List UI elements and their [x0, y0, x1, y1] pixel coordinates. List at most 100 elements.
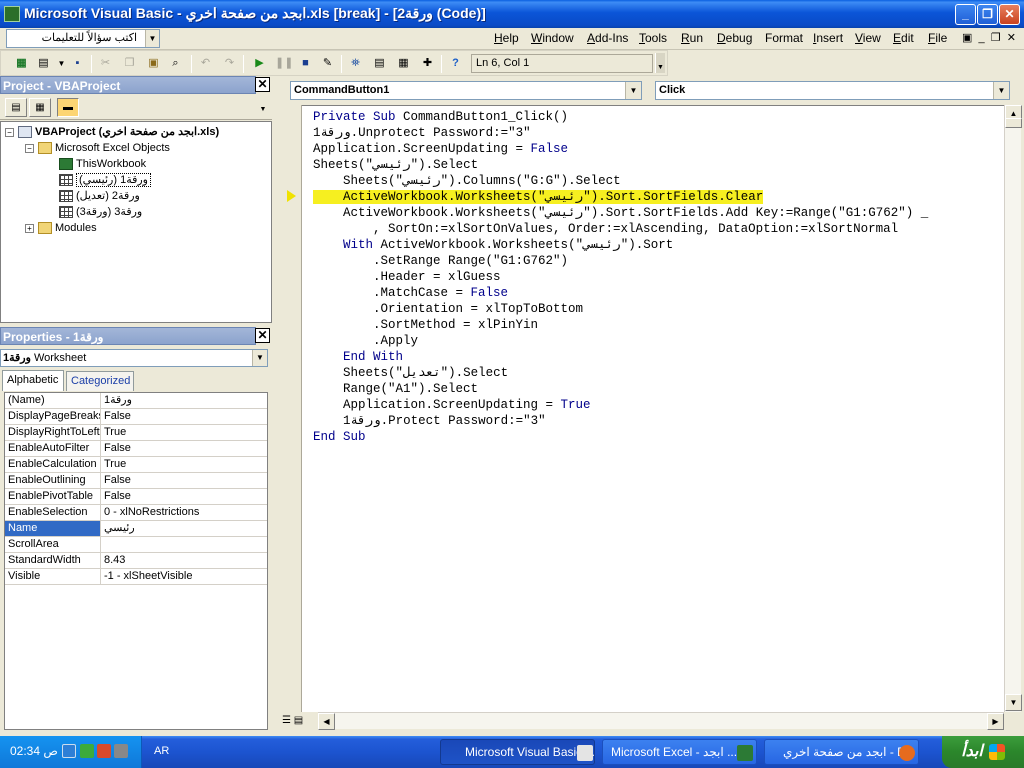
- procedure-combo[interactable]: Click ▼: [655, 81, 1010, 100]
- code-line[interactable]: Range("A1").Select: [313, 381, 928, 397]
- code-line[interactable]: Application.ScreenUpdating = False: [313, 141, 928, 157]
- code-line[interactable]: .Header = xlGuess: [313, 269, 928, 285]
- property-value[interactable]: 8.43: [102, 553, 267, 568]
- code-line[interactable]: Sheets("رئيسي").Columns("G:G").Select: [313, 173, 928, 189]
- find-icon[interactable]: ⌕: [167, 55, 184, 72]
- procedure-view-icon[interactable]: ☰: [282, 715, 291, 726]
- tree-item-sheet1[interactable]: ورقة1 (رئيسي): [59, 172, 151, 188]
- view-code-icon[interactable]: ▤: [5, 98, 27, 117]
- chevron-down-icon[interactable]: ▼: [993, 82, 1009, 99]
- mdi-minimize-icon[interactable]: _: [975, 32, 987, 44]
- reset-icon[interactable]: ■: [297, 55, 314, 72]
- property-row[interactable]: EnablePivotTable False: [5, 489, 267, 505]
- tree-item-vbaproject[interactable]: − VBAProject (ابجد من صفحة اخري.xls): [5, 124, 219, 140]
- properties-panel-title[interactable]: Properties - ورقة1: [0, 327, 256, 345]
- vb-app-icon[interactable]: [4, 6, 20, 22]
- tray-icon[interactable]: [80, 744, 94, 758]
- task-firefox[interactable]: ابجد من صفحة اخري - E...: [764, 739, 919, 765]
- chevron-down-icon[interactable]: ▼: [252, 350, 267, 366]
- code-line[interactable]: .SortMethod = xlPinYin: [313, 317, 928, 333]
- code-line[interactable]: Sheets("رئيسي").Select: [313, 157, 928, 173]
- property-value[interactable]: -1 - xlSheetVisible: [102, 569, 267, 584]
- chevron-down-icon[interactable]: ▼: [53, 55, 70, 72]
- property-row[interactable]: EnableAutoFilter False: [5, 441, 267, 457]
- tray-icon[interactable]: [97, 744, 111, 758]
- language-indicator[interactable]: AR: [154, 745, 169, 757]
- volume-icon[interactable]: [114, 744, 128, 758]
- property-value[interactable]: [102, 537, 267, 552]
- object-selector[interactable]: ورقة1 Worksheet ▼: [0, 349, 268, 367]
- cut-icon[interactable]: ✂: [97, 55, 114, 72]
- menu-run[interactable]: Run: [681, 31, 703, 45]
- menu-tools[interactable]: Tools: [639, 31, 667, 45]
- chevron-down-icon[interactable]: ▼: [625, 82, 641, 99]
- run-icon[interactable]: ▶: [251, 55, 268, 72]
- scroll-left-icon[interactable]: ◀: [318, 713, 335, 730]
- close-button[interactable]: ✕: [999, 4, 1020, 25]
- chevron-down-icon[interactable]: ▼: [145, 30, 159, 47]
- help-icon[interactable]: ?: [447, 55, 464, 72]
- task-vb[interactable]: Microsoft Visual Basic ...: [440, 739, 595, 765]
- code-line[interactable]: ورقة1.Unprotect Password:="3": [313, 125, 928, 141]
- project-panel-title[interactable]: Project - VBAProject: [0, 76, 256, 94]
- mdi-icon[interactable]: ▣: [962, 32, 972, 44]
- scroll-right-icon[interactable]: ▶: [987, 713, 1004, 730]
- code-line[interactable]: ActiveWorkbook.Worksheets("رئيسي").Sort.…: [313, 189, 928, 205]
- menu-add-ins[interactable]: Add-Ins: [587, 31, 628, 45]
- view-object-icon[interactable]: ▦: [29, 98, 51, 117]
- insert-module-icon[interactable]: ▤: [35, 55, 52, 72]
- tree-item-excel-objects[interactable]: − Microsoft Excel Objects: [25, 140, 170, 156]
- mdi-controls[interactable]: ▣ _ ❐ ✕: [962, 31, 1016, 44]
- expand-icon[interactable]: +: [25, 223, 34, 233]
- maximize-button[interactable]: ❐: [977, 4, 998, 25]
- toolbox-icon[interactable]: ✚: [419, 55, 436, 72]
- minimize-button[interactable]: _: [955, 4, 976, 25]
- redo-icon[interactable]: ↷: [221, 55, 238, 72]
- toggle-folders-icon[interactable]: ▬: [57, 98, 79, 117]
- code-line[interactable]: End Sub: [313, 429, 928, 445]
- view-excel-icon[interactable]: ▦: [13, 55, 30, 72]
- paste-icon[interactable]: ▣: [145, 55, 162, 72]
- object-combo[interactable]: CommandButton1 ▼: [290, 81, 642, 100]
- property-row[interactable]: DisplayRightToLeft True: [5, 425, 267, 441]
- ask-question-box[interactable]: اكتب سؤالاً للتعليمات ▼: [6, 29, 160, 48]
- tree-item-sheet3[interactable]: ورقة3 (ورقة3): [59, 204, 142, 220]
- full-module-view-icon[interactable]: ▤: [294, 715, 303, 726]
- property-value[interactable]: رئيسي: [102, 521, 267, 536]
- mdi-close-icon[interactable]: ✕: [1004, 32, 1016, 44]
- property-value[interactable]: ورقة1: [102, 393, 267, 408]
- menu-debug[interactable]: Debug: [717, 31, 752, 45]
- tree-item-thisworkbook[interactable]: ThisWorkbook: [59, 156, 146, 172]
- collapse-icon[interactable]: −: [25, 143, 34, 153]
- property-row[interactable]: Visible -1 - xlSheetVisible: [5, 569, 267, 585]
- code-vertical-scrollbar[interactable]: ▲ ▼: [1004, 105, 1022, 712]
- tab-alphabetic[interactable]: Alphabetic: [2, 370, 64, 391]
- property-value[interactable]: 0 - xlNoRestrictions: [102, 505, 267, 520]
- scroll-thumb[interactable]: [1005, 118, 1022, 128]
- code-horizontal-scrollbar[interactable]: ◀ ▶: [318, 712, 1004, 730]
- properties-window-icon[interactable]: ▤: [371, 55, 388, 72]
- properties-close-icon[interactable]: ✕: [255, 328, 270, 343]
- task-excel[interactable]: Microsoft Excel - ابجد ...: [602, 739, 757, 765]
- tab-categorized[interactable]: Categorized: [66, 371, 134, 391]
- menu-help[interactable]: Help: [494, 31, 519, 45]
- save-icon[interactable]: ▪: [69, 55, 86, 72]
- collapse-icon[interactable]: −: [5, 127, 14, 137]
- menu-insert[interactable]: Insert: [813, 31, 843, 45]
- design-mode-icon[interactable]: ✎: [319, 55, 336, 72]
- project-close-icon[interactable]: ✕: [255, 77, 270, 92]
- code-line[interactable]: .Apply: [313, 333, 928, 349]
- code-line[interactable]: .MatchCase = False: [313, 285, 928, 301]
- scroll-down-icon[interactable]: ▼: [1005, 694, 1022, 711]
- property-row[interactable]: EnableSelection 0 - xlNoRestrictions: [5, 505, 267, 521]
- break-icon[interactable]: ❚❚: [275, 55, 293, 72]
- code-line[interactable]: ورقة1.Protect Password:="3": [313, 413, 928, 429]
- menu-window[interactable]: Window: [531, 31, 574, 45]
- menu-view[interactable]: View: [855, 31, 881, 45]
- chevron-down-icon[interactable]: ▼: [258, 101, 268, 118]
- project-explorer-icon[interactable]: ⛯: [347, 55, 364, 72]
- property-row[interactable]: EnableOutlining False: [5, 473, 267, 489]
- property-row[interactable]: StandardWidth 8.43: [5, 553, 267, 569]
- code-line[interactable]: .Orientation = xlTopToBottom: [313, 301, 928, 317]
- code-line[interactable]: Private Sub CommandButton1_Click(): [313, 109, 928, 125]
